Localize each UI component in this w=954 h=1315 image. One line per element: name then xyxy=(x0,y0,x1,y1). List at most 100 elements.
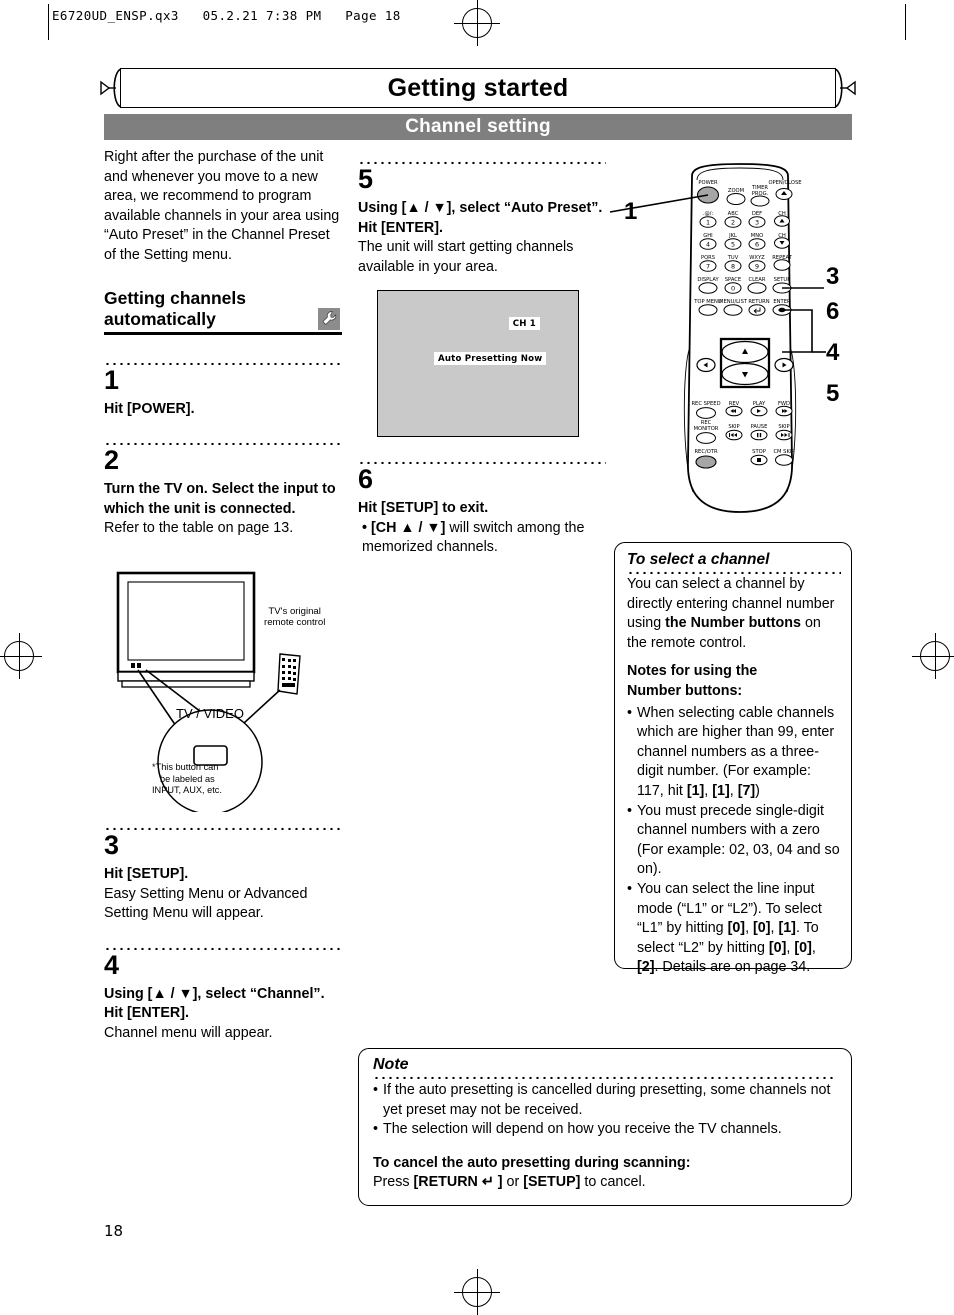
registration-mark-left xyxy=(0,633,42,679)
step-plain-text: Refer to the table on page 13. xyxy=(104,520,294,537)
wrench-icon xyxy=(318,307,340,330)
key-label: [1] xyxy=(686,782,705,799)
step-bold-text: Hit [POWER]. xyxy=(104,400,195,417)
note-cancel-key-return: [RETURN ↵ ] xyxy=(413,1174,503,1191)
prepress-header: E6720UD_ENSP.qx3 05.2.21 7:38 PM Page 18 xyxy=(52,8,401,23)
remote-callout-6: 6 xyxy=(826,298,840,325)
intro-paragraph: Right after the purchase of the unit and… xyxy=(104,149,340,263)
step-1: 1 Hit [POWER]. xyxy=(104,360,342,420)
step-bold-text: Using [▲ / ▼], select “Auto Preset”. Hit… xyxy=(358,200,603,236)
section-title-bar: Channel setting xyxy=(104,114,852,140)
step-divider xyxy=(104,360,342,365)
notes-heading-line-1: Notes for using the xyxy=(627,663,758,680)
note-bullet-list: If the auto presetting is cancelled duri… xyxy=(373,1081,837,1140)
notes-bullet-item: You must precede single-digit channel nu… xyxy=(627,802,841,880)
tv-video-note-line-3: INPUT, AUX, etc. xyxy=(152,785,222,795)
registration-mark-right xyxy=(912,633,954,679)
select-channel-box: To select a channel You can select a cha… xyxy=(614,542,852,975)
left-column-lower: 3 Hit [SETUP]. Easy Setting Menu or Adva… xyxy=(104,826,342,1044)
key-label: [0] xyxy=(753,920,771,937)
step-2: 2 Turn the TV on. Select the input to wh… xyxy=(104,441,342,539)
middle-column: 5 Using [▲ / ▼], select “Auto Preset”. H… xyxy=(358,160,606,277)
step-plain-text: The unit will start getting channels ava… xyxy=(358,239,574,275)
step-plain-text: Easy Setting Menu or Advanced Setting Me… xyxy=(104,885,308,922)
step-divider xyxy=(104,826,342,830)
key-label: [0] xyxy=(727,920,746,937)
note-bullet-item: The selection will depend on how you rec… xyxy=(373,1120,837,1140)
subheading-line-1: Getting channels xyxy=(104,287,246,308)
step-number: 6 xyxy=(358,464,374,494)
bullet-text: , xyxy=(745,920,754,937)
registration-mark-top xyxy=(454,0,500,46)
step-bullet: • [CH ▲ / ▼] will switch among the memor… xyxy=(358,519,606,558)
select-channel-para-bold: the Number buttons xyxy=(665,615,801,632)
middle-column-lower: 6 Hit [SETUP] to exit. • [CH ▲ / ▼] will… xyxy=(358,460,606,558)
note-cancel-part2: to cancel. xyxy=(580,1174,646,1191)
step-divider xyxy=(358,160,606,164)
step-divider xyxy=(104,441,342,446)
step-number: 1 xyxy=(104,364,120,395)
select-channel-paragraph: You can select a channel by directly ent… xyxy=(627,575,841,653)
tv-remote-caption-line-1: TV's original xyxy=(268,606,321,617)
tv-video-note-line-2: be labeled as xyxy=(160,773,215,784)
bullet-text: ) xyxy=(755,782,760,799)
step-bold-text: Turn the TV on. Select the input to whic… xyxy=(104,481,336,517)
step-number: 3 xyxy=(104,830,120,860)
key-label: [7] xyxy=(737,782,756,799)
notes-bullet-item: When selecting cable channels which are … xyxy=(627,704,841,802)
step-6: 6 Hit [SETUP] to exit. • [CH ▲ / ▼] will… xyxy=(358,460,606,558)
osd-channel-label: CH 1 xyxy=(508,317,540,330)
step-bold-text: Hit [SETUP] to exit. xyxy=(358,500,489,516)
subheading-rule xyxy=(104,331,342,335)
step-5: 5 Using [▲ / ▼], select “Auto Preset”. H… xyxy=(358,160,606,277)
note-title-divider xyxy=(373,1075,837,1079)
note-cancel-heading: To cancel the auto presetting during sca… xyxy=(373,1154,691,1171)
key-label: [2] xyxy=(637,959,655,976)
remote-control-figure: POWER ZOOM TIMER PROG. OPEN/CLOSE .@/: A… xyxy=(609,162,826,522)
remote-callout-1: 1 xyxy=(624,198,638,225)
crop-mark-left xyxy=(48,4,49,40)
note-cancel-mid: or xyxy=(502,1174,524,1191)
notes-heading-line-2: Number buttons: xyxy=(627,682,743,699)
crop-mark-right xyxy=(905,4,906,40)
note-cancel-key-setup: [SETUP] xyxy=(523,1174,581,1191)
bullet-text: , xyxy=(729,782,738,799)
step-4: 4 Using [▲ / ▼], select “Channel”. Hit [… xyxy=(104,945,342,1044)
bullet-text: You must precede single-digit channel nu… xyxy=(637,802,840,878)
step-plain-text: Channel menu will appear. xyxy=(104,1024,273,1041)
select-channel-title: To select a channel xyxy=(627,551,770,568)
tv-video-button-label: TV / VIDEO xyxy=(176,706,244,721)
key-label: [1] xyxy=(778,920,796,937)
note-box: Note If the auto presetting is cancelled… xyxy=(358,1048,852,1206)
bullet-text: , xyxy=(811,939,816,956)
notes-bullet-item: You can select the line input mode (“L1”… xyxy=(627,880,841,978)
tv-remote-caption-line-2: remote control xyxy=(264,617,326,628)
note-cancel-instruction: Press [RETURN ↵ ] or [SETUP] to cancel. xyxy=(373,1173,837,1193)
ribbon-tail-left-icon xyxy=(100,68,122,108)
step-divider xyxy=(358,460,606,464)
osd-preview: CH 1 Auto Presetting Now xyxy=(377,290,579,437)
page-number: 18 xyxy=(104,1222,124,1240)
left-column: Right after the purchase of the unit and… xyxy=(104,148,342,539)
key-label: [1] xyxy=(712,782,730,799)
step-number: 5 xyxy=(358,164,374,194)
notes-bullet-list: When selecting cable channels which are … xyxy=(627,704,841,978)
section-title: Channel setting xyxy=(405,116,551,137)
note-title: Note xyxy=(373,1056,409,1073)
remote-callout-4: 4 xyxy=(826,339,840,366)
osd-status-label: Auto Presetting Now xyxy=(434,352,547,365)
key-label: [0] xyxy=(768,939,787,956)
step-bold-text: Hit [SETUP]. xyxy=(104,866,189,882)
key-label: [0] xyxy=(794,939,812,956)
chapter-title: Getting started xyxy=(387,73,569,102)
bullet-text: . Details are on page 34. xyxy=(654,959,811,976)
document-page: E6720UD_ENSP.qx3 05.2.21 7:38 PM Page 18… xyxy=(0,0,954,1315)
note-bullet-item: If the auto presetting is cancelled duri… xyxy=(373,1081,837,1120)
step-number: 2 xyxy=(104,445,120,476)
tv-input-figure: TV's original remote control TV / VIDEO … xyxy=(104,566,344,815)
chapter-title-box: Getting started xyxy=(120,68,836,108)
select-channel-title-divider xyxy=(627,570,841,574)
remote-callout-5: 5 xyxy=(826,380,840,407)
step-3: 3 Hit [SETUP]. Easy Setting Menu or Adva… xyxy=(104,826,342,924)
chapter-banner: Getting started xyxy=(100,68,856,110)
